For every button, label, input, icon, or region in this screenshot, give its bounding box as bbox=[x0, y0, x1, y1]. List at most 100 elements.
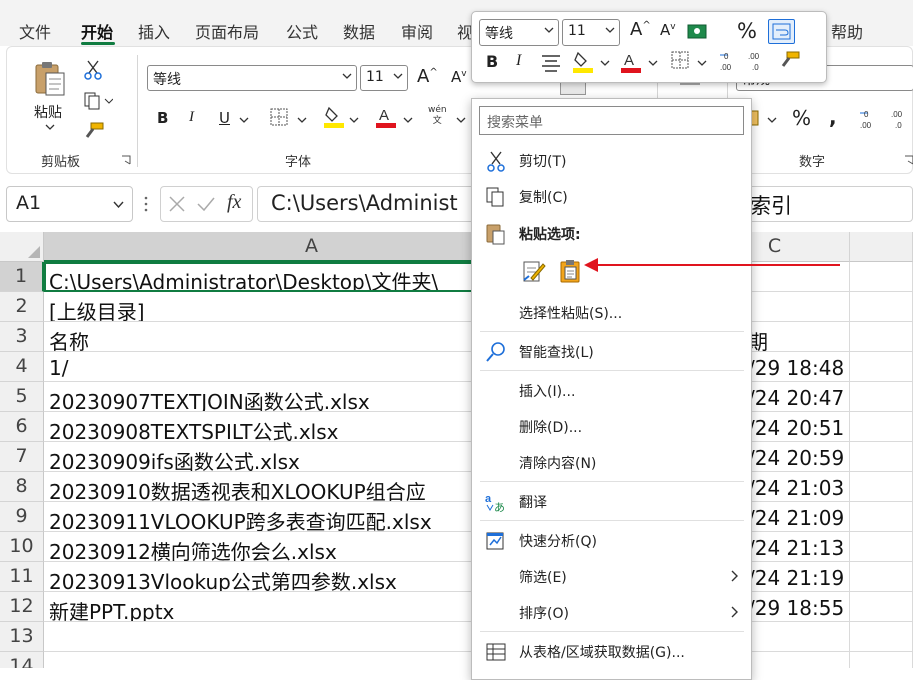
font-color-dropdown-icon[interactable] bbox=[403, 117, 413, 123]
font-color-icon[interactable]: A bbox=[375, 105, 397, 129]
number-launcher-icon[interactable] bbox=[904, 155, 913, 165]
phonetic-guide-icon[interactable]: wén 文 bbox=[428, 105, 447, 127]
row-header[interactable]: 1 bbox=[0, 262, 44, 292]
cell-d[interactable] bbox=[850, 622, 913, 652]
copy-icon[interactable] bbox=[83, 91, 113, 111]
cell-d[interactable] bbox=[850, 532, 913, 562]
underline-icon[interactable]: U bbox=[219, 109, 230, 127]
cell-d[interactable] bbox=[850, 262, 913, 292]
row-header[interactable]: 4 bbox=[0, 352, 44, 382]
mini-bold-icon[interactable]: B bbox=[486, 52, 498, 71]
row-header[interactable]: 3 bbox=[0, 322, 44, 352]
mini-font-size-combo[interactable]: 11 bbox=[562, 19, 620, 46]
cell-d[interactable] bbox=[850, 652, 913, 668]
tab-page-layout[interactable]: 页面布局 bbox=[195, 19, 259, 43]
mini-font-color-dropdown-icon[interactable] bbox=[648, 60, 658, 66]
insert-function-button[interactable]: fx bbox=[227, 191, 241, 214]
worksheet-grid[interactable]: A C 1 C:\Users\Administrator\Desktop\文件夹\… bbox=[0, 232, 913, 668]
menu-item-filter[interactable]: 筛选(E) bbox=[472, 559, 751, 593]
mini-italic-icon[interactable]: I bbox=[516, 52, 521, 70]
menu-search-input[interactable]: 搜索菜单 bbox=[479, 106, 744, 135]
bold-icon[interactable]: B bbox=[157, 109, 168, 127]
paste-icon[interactable] bbox=[31, 59, 69, 99]
row-header[interactable]: 2 bbox=[0, 292, 44, 322]
menu-item-paste-special[interactable]: 选择性粘贴(S)... bbox=[472, 295, 751, 329]
tab-review[interactable]: 审阅 bbox=[401, 19, 433, 43]
mini-fill-dropdown-icon[interactable] bbox=[600, 60, 610, 66]
font-size-combo[interactable]: 11 bbox=[360, 65, 408, 91]
select-all-button[interactable] bbox=[0, 232, 44, 262]
cell-d[interactable] bbox=[850, 322, 913, 352]
row-header[interactable]: 7 bbox=[0, 442, 44, 472]
cut-icon[interactable] bbox=[83, 59, 103, 81]
mini-wrap-text-icon[interactable] bbox=[768, 19, 795, 44]
mini-fill-color-icon[interactable] bbox=[572, 50, 594, 74]
cell-d[interactable] bbox=[850, 352, 913, 382]
paste-dropdown-icon[interactable] bbox=[45, 124, 55, 130]
mini-format-painter-icon[interactable] bbox=[779, 50, 801, 70]
mini-font-name-combo[interactable]: 等线 bbox=[479, 19, 559, 46]
tab-insert[interactable]: 插入 bbox=[138, 19, 170, 43]
menu-item-cut[interactable]: 剪切(T) bbox=[472, 143, 751, 177]
mini-percent-icon[interactable]: % bbox=[737, 19, 757, 43]
mini-increase-decimal-icon[interactable]: 0.00 bbox=[718, 49, 742, 73]
confirm-entry-icon[interactable] bbox=[196, 195, 216, 213]
decrease-font-icon[interactable]: Av bbox=[451, 68, 467, 86]
menu-item-clear-contents[interactable]: 清除内容(N) bbox=[472, 445, 751, 479]
cell-d[interactable] bbox=[850, 292, 913, 322]
mini-increase-font-icon[interactable]: A^ bbox=[630, 19, 651, 40]
tab-formulas[interactable]: 公式 bbox=[286, 19, 318, 43]
accounting-dropdown-icon[interactable] bbox=[767, 117, 777, 123]
cell-d[interactable] bbox=[850, 412, 913, 442]
mini-accounting-icon[interactable] bbox=[686, 22, 710, 42]
borders-icon[interactable] bbox=[269, 107, 289, 127]
menu-item-insert[interactable]: 插入(I)... bbox=[472, 373, 751, 407]
row-header[interactable]: 8 bbox=[0, 472, 44, 502]
menu-item-translate[interactable]: aあ 翻译 bbox=[472, 484, 751, 518]
mini-borders-dropdown-icon[interactable] bbox=[697, 60, 707, 66]
cell-d[interactable] bbox=[850, 442, 913, 472]
fill-color-icon[interactable] bbox=[323, 105, 345, 129]
row-header[interactable]: 5 bbox=[0, 382, 44, 412]
cell-d[interactable] bbox=[850, 502, 913, 532]
cell-d[interactable] bbox=[850, 472, 913, 502]
row-header[interactable]: 11 bbox=[0, 562, 44, 592]
menu-item-smart-lookup[interactable]: 智能查找(L) bbox=[472, 334, 751, 368]
borders-dropdown-icon[interactable] bbox=[297, 117, 307, 123]
name-box[interactable]: A1 bbox=[6, 186, 133, 222]
decrease-decimal-icon[interactable]: .00.0 bbox=[889, 107, 913, 131]
row-header[interactable]: 14 bbox=[0, 652, 44, 668]
menu-item-get-data[interactable]: 从表格/区域获取数据(G)... bbox=[472, 634, 751, 668]
row-header[interactable]: 10 bbox=[0, 532, 44, 562]
format-painter-icon[interactable] bbox=[83, 121, 105, 141]
increase-decimal-icon[interactable]: 0.00 bbox=[858, 107, 882, 131]
phonetic-dropdown-icon[interactable] bbox=[456, 117, 466, 123]
font-name-combo[interactable]: 等线 bbox=[147, 65, 357, 91]
paste-formulas-button[interactable] bbox=[521, 258, 547, 284]
cancel-entry-icon[interactable] bbox=[168, 195, 186, 213]
cell-d[interactable] bbox=[850, 562, 913, 592]
row-header[interactable]: 9 bbox=[0, 502, 44, 532]
menu-item-quick-analysis[interactable]: 快速分析(Q) bbox=[472, 523, 751, 557]
paste-values-button[interactable] bbox=[557, 258, 583, 284]
column-header-d[interactable] bbox=[850, 232, 913, 262]
row-header[interactable]: 6 bbox=[0, 412, 44, 442]
paste-button[interactable]: 粘贴 bbox=[34, 102, 62, 122]
fill-color-dropdown-icon[interactable] bbox=[349, 117, 359, 123]
tab-help[interactable]: 帮助 bbox=[831, 19, 863, 43]
comma-style-icon[interactable]: , bbox=[829, 105, 837, 129]
mini-borders-icon[interactable] bbox=[670, 50, 690, 70]
menu-item-copy[interactable]: 复制(C) bbox=[472, 179, 751, 213]
menu-item-sort[interactable]: 排序(O) bbox=[472, 595, 751, 629]
mini-font-color-icon[interactable]: A bbox=[620, 50, 642, 74]
clipboard-launcher-icon[interactable] bbox=[121, 155, 131, 165]
mini-decrease-decimal-icon[interactable]: .00.0 bbox=[746, 49, 770, 73]
cell-d[interactable] bbox=[850, 592, 913, 622]
tab-file[interactable]: 文件 bbox=[19, 19, 51, 43]
row-header[interactable]: 13 bbox=[0, 622, 44, 652]
tab-home[interactable]: 开始 bbox=[81, 19, 113, 43]
cell-d[interactable] bbox=[850, 382, 913, 412]
increase-font-icon[interactable]: A^ bbox=[417, 66, 438, 87]
mini-align-center-icon[interactable] bbox=[540, 52, 562, 72]
mini-decrease-font-icon[interactable]: Av bbox=[660, 21, 676, 39]
